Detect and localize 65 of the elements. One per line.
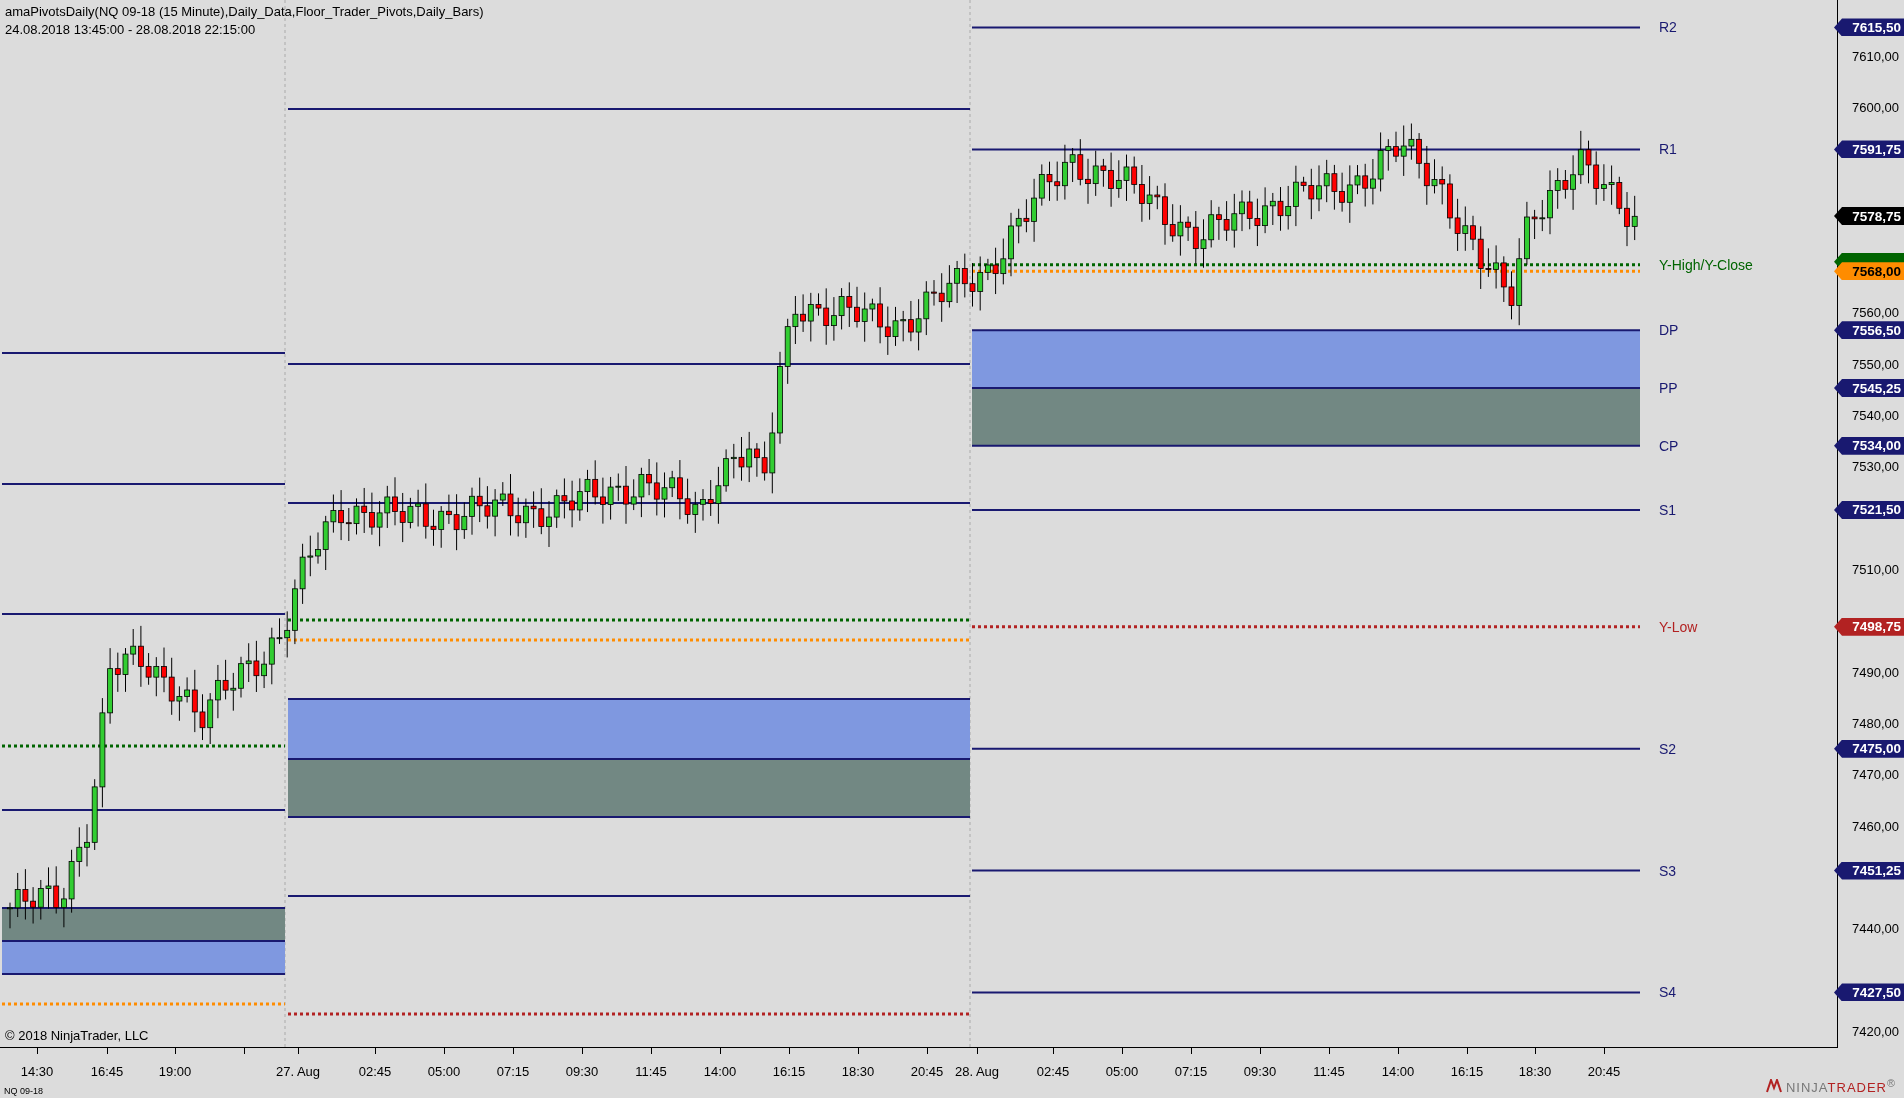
time-tick: 27. Aug xyxy=(275,1064,321,1079)
level-label: S4 xyxy=(1659,984,1677,1001)
time-tick: 28. Aug xyxy=(954,1064,1000,1079)
time-tick: 14:30 xyxy=(20,1064,54,1079)
price-tick: 7490,00 xyxy=(1852,664,1899,680)
price-tick: 7460,00 xyxy=(1852,818,1899,834)
level-label: Y-High/Y-Close xyxy=(1659,256,1753,273)
time-tick: 20:45 xyxy=(1587,1064,1621,1079)
level-label: Y-Low xyxy=(1659,618,1698,635)
time-tick: 18:30 xyxy=(1518,1064,1552,1079)
level-label: S2 xyxy=(1659,740,1677,757)
level-label: DP xyxy=(1659,322,1679,339)
time-tick: 19:00 xyxy=(158,1064,192,1079)
instrument-label: NQ 09-18 xyxy=(4,1086,44,1096)
level-label: S1 xyxy=(1659,501,1677,518)
time-tick: 09:30 xyxy=(1243,1064,1277,1079)
price-tag: 7534,00 xyxy=(1834,436,1904,455)
price-tick: 7550,00 xyxy=(1852,356,1899,372)
logo-text: NINJATRADER$^{®}$ xyxy=(1785,1076,1896,1096)
price-tag: 7615,50 xyxy=(1834,18,1904,37)
price-tag: 7591,75 xyxy=(1834,140,1904,159)
time-tick: 02:45 xyxy=(1036,1064,1070,1079)
price-tag: 7498,75 xyxy=(1834,617,1904,636)
price-tick: 7560,00 xyxy=(1852,304,1899,320)
price-tick: 7540,00 xyxy=(1852,407,1899,423)
price-tag: 7556,50 xyxy=(1834,321,1904,340)
date-range: 24.08.2018 13:45:00 - 28.08.2018 22:15:00 xyxy=(5,22,257,37)
time-tick: 02:45 xyxy=(358,1064,392,1079)
level-label: S3 xyxy=(1659,862,1677,879)
time-tick: 16:15 xyxy=(772,1064,806,1079)
time-tick: 11:45 xyxy=(635,1064,667,1079)
time-tick: 16:45 xyxy=(90,1064,124,1079)
time-tick: 05:00 xyxy=(1105,1064,1139,1079)
time-tick: 07:15 xyxy=(496,1064,530,1079)
price-tick: 7440,00 xyxy=(1852,920,1899,936)
time-tick: 14:00 xyxy=(1381,1064,1415,1079)
price-tag: 7475,00 xyxy=(1834,739,1904,758)
time-tick: 14:00 xyxy=(703,1064,737,1079)
price-tick: 7530,00 xyxy=(1852,458,1899,474)
price-tick: 7470,00 xyxy=(1852,766,1899,782)
level-label: R2 xyxy=(1659,19,1677,36)
time-tick: 16:15 xyxy=(1450,1064,1484,1079)
price-tag: 7568,00 xyxy=(1834,262,1904,281)
price-tag: 7521,50 xyxy=(1834,500,1904,519)
price-tag: 7451,25 xyxy=(1834,861,1904,880)
price-tick: 7510,00 xyxy=(1852,561,1899,577)
chart-title: amaPivotsDaily(NQ 09-18 (15 Minute),Daily_Data,Floor_Trader_Pivots,Daily_Bars) xyxy=(5,4,484,19)
time-tick: 09:30 xyxy=(565,1064,599,1079)
price-tag: 7427,50 xyxy=(1834,983,1904,1002)
price-tick: 7610,00 xyxy=(1852,48,1899,64)
level-label: R1 xyxy=(1659,141,1677,158)
time-tick: 11:45 xyxy=(1313,1064,1345,1079)
logo-icon xyxy=(1764,1078,1783,1093)
time-tick: 18:30 xyxy=(841,1064,875,1079)
level-label: CP xyxy=(1659,437,1679,454)
level-label: PP xyxy=(1659,380,1678,397)
time-tick: 20:45 xyxy=(910,1064,944,1079)
price-tick: 7600,00 xyxy=(1852,99,1899,115)
time-tick: 07:15 xyxy=(1174,1064,1208,1079)
copyright-text: © 2018 NinjaTrader, LLC xyxy=(5,1028,149,1043)
last-price-tag: 7578,75 xyxy=(1834,207,1904,226)
price-tick: 7480,00 xyxy=(1852,715,1899,731)
price-tag: 7545,25 xyxy=(1834,379,1904,398)
price-tick: 7420,00 xyxy=(1852,1023,1899,1039)
time-tick: 05:00 xyxy=(427,1064,461,1079)
